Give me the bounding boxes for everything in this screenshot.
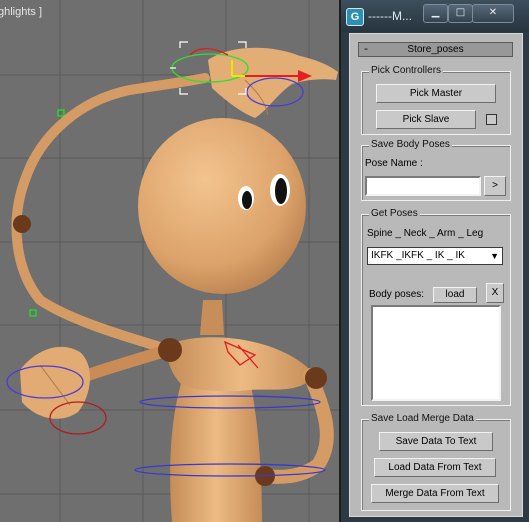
rollout-header[interactable]: - Store_poses [358,42,513,57]
elbow-joint [13,215,31,233]
left-forearm [74,344,174,384]
minimize-icon: ▁ [431,7,440,18]
window-titlebar[interactable]: G ------M... ▁ □ ✕ [341,0,529,32]
store-poses-window: G ------M... ▁ □ ✕ - Store_poses Pick Co… [341,0,529,522]
shoulder-joint-left [158,338,182,362]
body-poses-label: Body poses: [369,289,425,300]
save-body-poses-group: Save Body Poses Pose Name : > [361,139,511,201]
pick-master-button[interactable]: Pick Master [376,84,496,103]
group-title-save-body-poses: Save Body Poses [369,139,452,150]
delete-pose-button[interactable]: X [486,283,504,303]
close-icon: ✕ [488,7,498,18]
torso [170,380,262,522]
right-arm [258,368,334,484]
3d-viewport[interactable]: ghlights ] [0,0,339,522]
close-button[interactable]: ✕ [472,4,514,23]
save-pose-button[interactable]: > [484,176,506,196]
body-poses-list[interactable] [371,305,501,401]
lower-hand [20,346,90,419]
get-poses-group: Get Poses Spine _ Neck _ Arm _ Leg IKFK … [361,208,511,406]
slave-checkbox[interactable] [486,114,497,125]
top-hand [208,47,338,118]
maximize-button[interactable]: □ [448,4,473,23]
minimize-button[interactable]: ▁ [423,4,448,23]
pick-slave-button[interactable]: Pick Slave [376,110,476,129]
group-title-pick-controllers: Pick Controllers [369,65,444,76]
shoulder-joint-right [305,367,327,389]
app-icon: G [346,8,364,26]
window-title: ------M... [368,9,412,23]
rig-mode-selected: IKFK _IKFK _ IK _ IK [371,250,465,261]
pose-name-label: Pose Name : [365,158,423,169]
scene-canvas[interactable] [0,0,339,522]
text-io-group: Save Load Merge Data Save Data To Text L… [361,413,511,511]
save-to-text-button[interactable]: Save Data To Text [379,432,493,451]
dropdown-arrow-icon: ▼ [490,251,499,261]
viewport-label: ghlights ] [0,6,43,18]
pose-name-input[interactable] [365,176,481,196]
merge-from-text-button[interactable]: Merge Data From Text [371,484,499,503]
maximize-icon: □ [455,7,466,18]
pick-controllers-group: Pick Controllers Pick Master Pick Slave [361,65,511,135]
rollout-panel: - Store_poses Pick Controllers Pick Mast… [349,33,523,517]
pose-columns-label: Spine _ Neck _ Arm _ Leg [367,228,484,239]
neck [200,300,224,335]
group-title-text-io: Save Load Merge Data [369,413,476,424]
head [138,118,306,294]
rollout-title: Store_poses [407,44,464,55]
group-title-get-poses: Get Poses [369,208,420,219]
rig-mode-dropdown[interactable]: IKFK _IKFK _ IK _ IK ▼ [367,247,503,265]
load-pose-button[interactable]: load [433,287,477,303]
load-from-text-button[interactable]: Load Data From Text [374,458,496,477]
